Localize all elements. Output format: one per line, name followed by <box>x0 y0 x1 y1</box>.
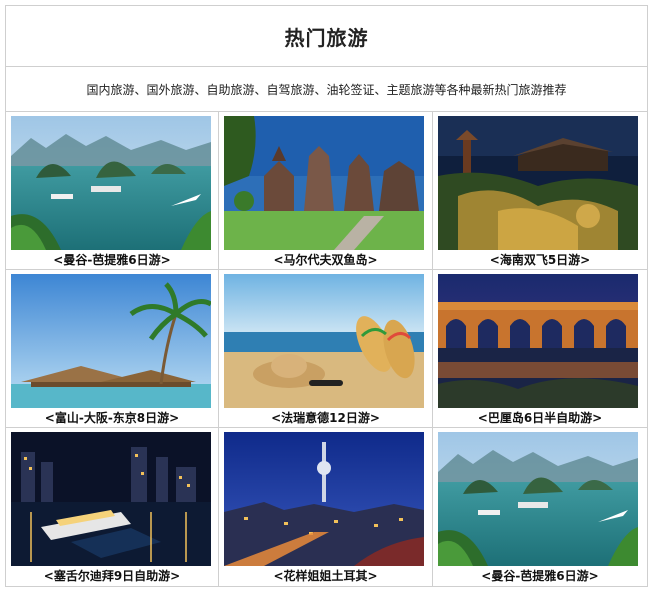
kyoto-temple-photo[interactable] <box>438 116 638 250</box>
title-row: 热门旅游 <box>6 6 647 67</box>
tour-caption[interactable]: <巴厘岛6日半自助游> <box>433 410 647 426</box>
tour-caption[interactable]: <马尔代夫双鱼岛> <box>219 252 432 268</box>
beach-hat-sandals-photo[interactable] <box>224 274 424 408</box>
halong-bay-photo[interactable] <box>11 116 211 250</box>
tour-card[interactable]: <富山-大阪-东京8日游> <box>6 270 219 428</box>
tour-caption[interactable]: <富山-大阪-东京8日游> <box>6 410 218 426</box>
bali-temple-photo[interactable] <box>224 116 424 250</box>
roman-aqueduct-photo[interactable] <box>438 274 638 408</box>
subtitle-text: 国内旅游、国外旅游、自助旅游、自驾旅游、油轮签证、主题旅游等各种最新热门旅游推荐 <box>86 82 567 97</box>
tour-caption[interactable]: <花样姐姐土耳其> <box>219 568 432 584</box>
tour-caption[interactable]: <法瑞意德12日游> <box>219 410 432 426</box>
subtitle-row: 国内旅游、国外旅游、自助旅游、自驾旅游、油轮签证、主题旅游等各种最新热门旅游推荐 <box>6 67 647 112</box>
hot-tours-panel: 热门旅游 国内旅游、国外旅游、自助旅游、自驾旅游、油轮签证、主题旅游等各种最新热… <box>5 5 648 587</box>
tour-card[interactable]: <马尔代夫双鱼岛> <box>219 112 433 270</box>
tour-card[interactable]: <塞舌尔迪拜9日自助游> <box>6 428 219 586</box>
tour-caption[interactable]: <海南双飞5日游> <box>433 252 647 268</box>
tour-card[interactable]: <曼谷-芭提雅6日游> <box>433 428 647 586</box>
harbor-night-ship-photo[interactable] <box>11 432 211 566</box>
berlin-tv-tower-photo[interactable] <box>224 432 424 566</box>
tour-card[interactable]: <海南双飞5日游> <box>433 112 647 270</box>
tour-grid: <曼谷-芭提雅6日游> <马尔代夫双鱼岛> <海南双飞5日游> <富山-大阪-东… <box>6 112 647 586</box>
tour-card[interactable]: <曼谷-芭提雅6日游> <box>6 112 219 270</box>
tour-caption[interactable]: <曼谷-芭提雅6日游> <box>6 252 218 268</box>
page-title: 热门旅游 <box>284 25 369 50</box>
tour-card[interactable]: <法瑞意德12日游> <box>219 270 433 428</box>
tour-caption[interactable]: <塞舌尔迪拜9日自助游> <box>6 568 218 584</box>
tour-caption[interactable]: <曼谷-芭提雅6日游> <box>433 568 647 584</box>
halong-bay-photo[interactable] <box>438 432 638 566</box>
tour-card[interactable]: <花样姐姐土耳其> <box>219 428 433 586</box>
palm-beach-villas-photo[interactable] <box>11 274 211 408</box>
tour-card[interactable]: <巴厘岛6日半自助游> <box>433 270 647 428</box>
